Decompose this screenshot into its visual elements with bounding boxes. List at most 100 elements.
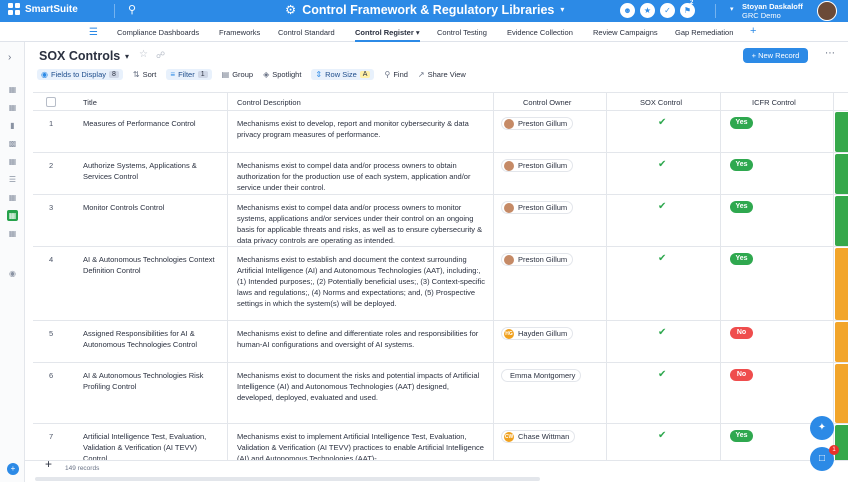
- grid-view-icon[interactable]: ▦: [7, 156, 18, 167]
- add-row-button[interactable]: +: [45, 457, 52, 471]
- robot-icon[interactable]: ☻: [620, 3, 635, 18]
- star-icon[interactable]: ★: [640, 3, 655, 18]
- find-button[interactable]: ⚲ Find: [384, 70, 407, 79]
- new-record-button[interactable]: + New Record: [743, 48, 808, 63]
- column-header-owner[interactable]: Control Owner: [523, 98, 571, 107]
- owner-chip[interactable]: Preston Gillum: [501, 159, 574, 172]
- icfr-badge[interactable]: Yes: [730, 117, 753, 129]
- row-title[interactable]: Authorize Systems, Applications & Servic…: [83, 160, 223, 182]
- table-row[interactable]: 3 Monitor Controls Control Mechanisms exis…: [33, 195, 848, 247]
- sort-button[interactable]: ⇅ Sort: [133, 70, 156, 79]
- row-description[interactable]: Mechanisms exist to establish and docume…: [237, 254, 487, 309]
- brand[interactable]: SmartSuite: [8, 3, 78, 15]
- owner-chip[interactable]: CW Chase Wittman: [501, 430, 576, 443]
- table-row[interactable]: 4 AI & Autonomous Technologies Context De…: [33, 247, 848, 321]
- column-header-sox[interactable]: SOX Control: [640, 98, 682, 107]
- check-circle-icon[interactable]: ✓: [660, 3, 675, 18]
- avatar[interactable]: [817, 1, 837, 21]
- tab-control-standard[interactable]: Control Standard: [278, 28, 335, 37]
- row-description[interactable]: Mechanisms exist to compel data and/or p…: [237, 160, 487, 193]
- icfr-badge[interactable]: Yes: [730, 159, 753, 171]
- row-description[interactable]: Mechanisms exist to develop, report and …: [237, 118, 487, 140]
- filter-button[interactable]: ≡ Filter 1: [166, 69, 212, 80]
- row-size-button[interactable]: ⇕ Row Size A: [311, 69, 375, 80]
- icfr-badge[interactable]: Yes: [730, 253, 753, 265]
- kanban-view-icon[interactable]: ▮: [7, 120, 18, 131]
- table-row[interactable]: 7 Artificial Intelligence Test, Evaluatio…: [33, 424, 848, 460]
- owner-chip[interactable]: Preston Gillum: [501, 253, 574, 266]
- tab-frameworks[interactable]: Frameworks: [219, 28, 260, 37]
- tab-evidence-collection[interactable]: Evidence Collection: [507, 28, 573, 37]
- tab-gap-remediation[interactable]: Gap Remediation: [675, 28, 733, 37]
- tab-review-campaigns[interactable]: Review Campaigns: [593, 28, 658, 37]
- chart-view-icon[interactable]: ▩: [7, 138, 18, 149]
- table-tabs: ☰ Compliance Dashboards Frameworks Contr…: [0, 22, 848, 42]
- tab-control-register[interactable]: Control Register ▾: [355, 28, 420, 42]
- share-icon[interactable]: ☍: [156, 50, 165, 61]
- table-row[interactable]: 2 Authorize Systems, Applications & Servi…: [33, 153, 848, 195]
- icfr-badge[interactable]: No: [730, 369, 753, 381]
- row-title[interactable]: Monitor Controls Control: [83, 202, 223, 213]
- owner-chip[interactable]: HG Hayden Gillum: [501, 327, 574, 340]
- more-icon[interactable]: ⋯: [825, 48, 835, 59]
- search-icon[interactable]: ⚲: [128, 3, 136, 16]
- check-icon[interactable]: ✔: [658, 253, 666, 264]
- grid-view-icon[interactable]: ▦: [7, 84, 18, 95]
- row-description[interactable]: Mechanisms exist to implement Artificial…: [237, 431, 487, 460]
- row-title[interactable]: Artificial Intelligence Test, Evaluation…: [83, 431, 223, 460]
- row-title[interactable]: AI & Autonomous Technologies Context Def…: [83, 254, 223, 276]
- check-icon[interactable]: ✔: [658, 369, 666, 380]
- horizontal-scrollbar[interactable]: [35, 477, 540, 481]
- icfr-badge[interactable]: No: [730, 327, 753, 339]
- grid-view-icon[interactable]: ▦: [7, 192, 18, 203]
- star-icon[interactable]: ☆: [139, 49, 148, 60]
- fields-to-display-button[interactable]: ◉ Fields to Display 8: [37, 69, 123, 80]
- tab-compliance-dashboards[interactable]: Compliance Dashboards: [117, 28, 199, 37]
- check-icon[interactable]: ✔: [658, 327, 666, 338]
- user-menu[interactable]: ▾ Stoyan Daskaloff GRC Demo: [730, 2, 803, 20]
- row-title[interactable]: Assigned Responsibilities for AI & Auton…: [83, 328, 223, 350]
- chat-button[interactable]: □ 1: [810, 445, 839, 471]
- table-row[interactable]: 5 Assigned Responsibilities for AI & Auto…: [33, 321, 848, 363]
- divider: [715, 4, 716, 18]
- icfr-badge[interactable]: Yes: [730, 430, 753, 442]
- chevron-right-icon[interactable]: ›: [8, 52, 11, 63]
- check-icon[interactable]: ✔: [658, 117, 666, 128]
- row-title[interactable]: AI & Autonomous Technologies Risk Profil…: [83, 370, 223, 392]
- list-view-icon[interactable]: ☰: [7, 174, 18, 185]
- grid-view-icon[interactable]: ▦: [7, 228, 18, 239]
- icfr-badge[interactable]: Yes: [730, 201, 753, 213]
- menu-icon[interactable]: ☰: [89, 27, 98, 38]
- status-indicator: [835, 154, 848, 194]
- row-description[interactable]: Mechanisms exist to document the risks a…: [237, 370, 487, 403]
- row-description[interactable]: Mechanisms exist to define and different…: [237, 328, 487, 350]
- workspace-switcher[interactable]: ⚙ Control Framework & Regulatory Librari…: [285, 2, 564, 18]
- globe-icon[interactable]: ◉: [7, 268, 18, 279]
- page-title[interactable]: SOX Controls: [39, 49, 120, 63]
- table-row[interactable]: 6 AI & Autonomous Technologies Risk Profi…: [33, 363, 848, 424]
- column-header-title[interactable]: Title: [83, 98, 97, 107]
- owner-chip[interactable]: Preston Gillum: [501, 117, 574, 130]
- column-header-icfr[interactable]: ICFR Control: [752, 98, 796, 107]
- bell-icon[interactable]: ⚑ 2: [680, 0, 695, 18]
- group-button[interactable]: ▤ Group: [222, 70, 253, 79]
- row-description[interactable]: Mechanisms exist to compel data and/or p…: [237, 202, 487, 246]
- owner-chip[interactable]: Emma Montgomery: [501, 369, 582, 382]
- column-header-description[interactable]: Control Description: [237, 98, 301, 107]
- check-icon[interactable]: ✔: [658, 430, 666, 441]
- row-title[interactable]: Measures of Performance Control: [83, 118, 223, 129]
- grid-view-icon-active[interactable]: ▦: [7, 210, 18, 221]
- select-all-checkbox[interactable]: [46, 97, 56, 107]
- new-view-button[interactable]: +: [7, 463, 19, 475]
- grid-view-icon[interactable]: ▦: [7, 102, 18, 113]
- share-view-button[interactable]: ↗ Share View: [418, 70, 466, 79]
- tab-control-testing[interactable]: Control Testing: [437, 28, 487, 37]
- table-row[interactable]: 1 Measures of Performance Control Mechanis…: [33, 111, 848, 153]
- add-table-button[interactable]: +: [750, 25, 756, 37]
- check-icon[interactable]: ✔: [658, 159, 666, 170]
- assistant-button[interactable]: ✦: [810, 416, 834, 440]
- owner-chip[interactable]: Preston Gillum: [501, 201, 574, 214]
- chevron-down-icon[interactable]: ▾: [125, 52, 129, 61]
- check-icon[interactable]: ✔: [658, 201, 666, 212]
- spotlight-button[interactable]: ◈ Spotlight: [263, 70, 301, 79]
